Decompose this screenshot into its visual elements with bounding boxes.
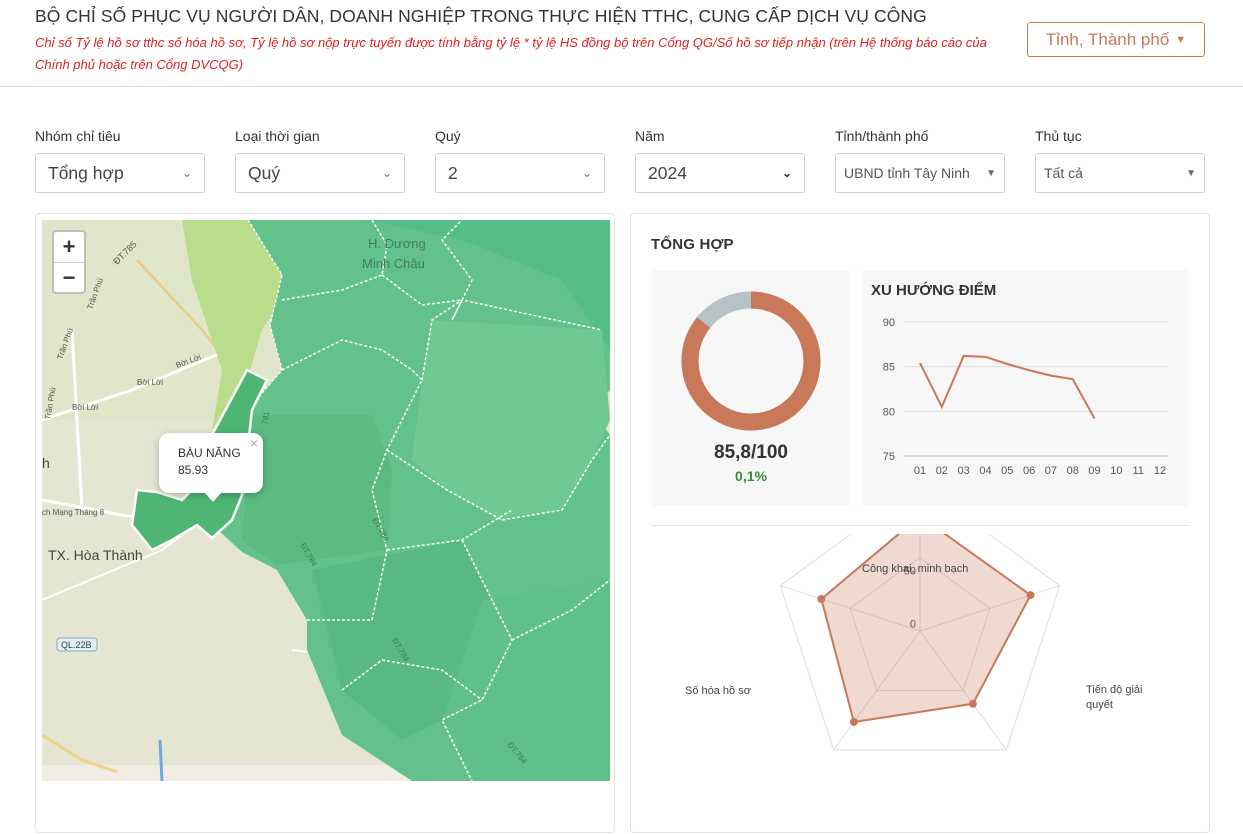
summary-card: TỔNG HỢP 85,8/100 0,1% XU HƯỚNG ĐIỂM 75 8…	[630, 213, 1210, 833]
zoom-in-button[interactable]: +	[54, 232, 84, 262]
filter-indicator-group: Nhóm chỉ tiêu Tổng hợp ⌄	[35, 126, 205, 193]
radar-axis-label-right: Tiến độ giải	[1086, 684, 1143, 696]
triangle-down-icon: ▼	[1186, 167, 1196, 179]
trend-y-tick: 80	[883, 406, 895, 418]
trend-y-tick: 85	[883, 362, 895, 374]
select-value: UBND tỉnh Tây Ninh	[844, 165, 970, 181]
overall-score: 85,8/100	[714, 442, 788, 463]
radar-point	[849, 717, 858, 726]
trend-x-tick: 07	[1045, 465, 1057, 477]
trend-x-tick: 10	[1110, 465, 1122, 477]
trend-x-tick: 06	[1023, 465, 1035, 477]
choropleth-map[interactable]: ĐT.785 H. Dương Minh Châu Trần Phú Trần …	[42, 220, 610, 781]
map-label: Minh Châu	[362, 256, 425, 271]
trend-panel: XU HƯỚNG ĐIỂM 75 80 85 90 01 02 03 04 05 06 07 08 09…	[862, 270, 1190, 506]
filter-label: Quý	[435, 128, 461, 144]
score-change: 0,1%	[735, 468, 767, 484]
score-donut-chart	[681, 291, 821, 431]
select-value: 2024	[648, 162, 687, 183]
map-layer: ĐT.785 H. Dương Minh Châu Trần Phú Trần …	[42, 220, 610, 781]
filter-time-type: Loại thời gian Quý ⌄	[235, 126, 405, 193]
select-value: Quý	[248, 162, 281, 183]
map-region-district[interactable]	[242, 415, 392, 565]
select-value: Tổng hợp	[48, 162, 124, 183]
chevron-down-icon: ⌄	[381, 166, 392, 180]
chevron-down-icon: ⌄	[181, 166, 192, 180]
select-value: 2	[448, 162, 458, 183]
filter-label: Năm	[635, 128, 665, 144]
radar-axis-label-left: Số hóa hồ sơ	[685, 685, 751, 697]
filter-label: Thủ tục	[1035, 128, 1082, 144]
map-label: Bời Lời	[137, 378, 163, 387]
trend-x-tick: 11	[1132, 465, 1143, 477]
trend-x-tick: 05	[1001, 465, 1013, 477]
procedure-select[interactable]: Tất cả ▼	[1035, 153, 1205, 193]
map-card: ĐT.785 H. Dương Minh Châu Trần Phú Trần …	[35, 213, 615, 833]
map-label: Bời Lời	[72, 403, 98, 412]
region-dropdown-button[interactable]: Tỉnh, Thành phố ▼	[1027, 22, 1205, 57]
year-select[interactable]: 2024 ⌄	[635, 153, 805, 193]
map-label: h	[42, 455, 50, 471]
quarter-select[interactable]: 2 ⌄	[435, 153, 605, 193]
map-river	[158, 739, 164, 781]
trend-x-tick: 08	[1067, 465, 1079, 477]
calculation-note: Chỉ số Tỷ lệ hồ sơ tthc số hóa hồ sơ, Tỷ…	[35, 35, 987, 72]
filter-year: Năm 2024 ⌄	[635, 126, 805, 193]
region-button-label: Tỉnh, Thành phố	[1045, 29, 1170, 49]
close-icon[interactable]: ×	[250, 435, 258, 451]
filter-label: Tỉnh/thành phố	[835, 128, 929, 144]
radar-point	[1026, 591, 1035, 600]
section-divider	[651, 525, 1190, 526]
radar-axis-label-top: Công khai, minh bạch	[862, 563, 969, 575]
summary-title: TỔNG HỢP	[651, 236, 734, 253]
zoom-control: + −	[52, 230, 86, 294]
filter-quarter: Quý 2 ⌄	[435, 126, 605, 193]
page-title: BỘ CHỈ SỐ PHỤC VỤ NGƯỜI DÂN, DOANH NGHIỆ…	[35, 6, 927, 26]
radar-point	[817, 594, 826, 603]
chevron-down-icon: ⌄	[581, 166, 592, 180]
radar-point	[968, 699, 977, 708]
select-value: Tất cả	[1044, 165, 1083, 181]
page-header: BỘ CHỈ SỐ PHỤC VỤ NGƯỜI DÂN, DOANH NGHIỆ…	[0, 0, 1243, 87]
filter-label: Nhóm chỉ tiêu	[35, 128, 121, 144]
trend-y-tick: 90	[883, 317, 895, 329]
chevron-down-icon: ⌄	[781, 166, 792, 180]
score-panel: 85,8/100 0,1%	[651, 270, 851, 506]
map-label: QL.22B	[61, 640, 92, 650]
triangle-down-icon: ▼	[986, 167, 996, 179]
map-label: ch Mạng Tháng 8	[42, 508, 105, 517]
map-label: TX. Hòa Thành	[48, 547, 143, 563]
indicator-group-select[interactable]: Tổng hợp ⌄	[35, 153, 205, 193]
trend-x-tick: 03	[958, 465, 970, 477]
zoom-out-button[interactable]: −	[54, 262, 84, 292]
province-select[interactable]: UBND tỉnh Tây Ninh ▼	[835, 153, 1005, 193]
filter-label: Loại thời gian	[235, 128, 320, 144]
map-popup: × BÀU NĂNG 85.93	[159, 433, 263, 502]
map-label: H. Dương	[368, 236, 426, 251]
caret-down-icon: ▼	[1175, 33, 1187, 46]
popup-region-value: 85.93	[178, 463, 209, 477]
trend-x-tick: 12	[1154, 465, 1166, 477]
radar-axis-label-right-2: quyết	[1086, 699, 1113, 711]
trend-x-tick: 04	[979, 465, 991, 477]
filter-province: Tỉnh/thành phố UBND tỉnh Tây Ninh ▼	[835, 126, 1005, 193]
time-type-select[interactable]: Quý ⌄	[235, 153, 405, 193]
trend-x-tick: 01	[914, 465, 926, 477]
filter-procedure: Thủ tục Tất cả ▼	[1035, 126, 1205, 193]
trend-y-tick: 75	[883, 451, 895, 463]
trend-x-tick: 02	[936, 465, 948, 477]
trend-x-tick: 09	[1088, 465, 1100, 477]
trend-series-line	[919, 354, 1096, 419]
trend-line-chart: 75 80 85 90 01 02 03 04 05 06 07 08 09 10 11 12	[883, 317, 1168, 477]
